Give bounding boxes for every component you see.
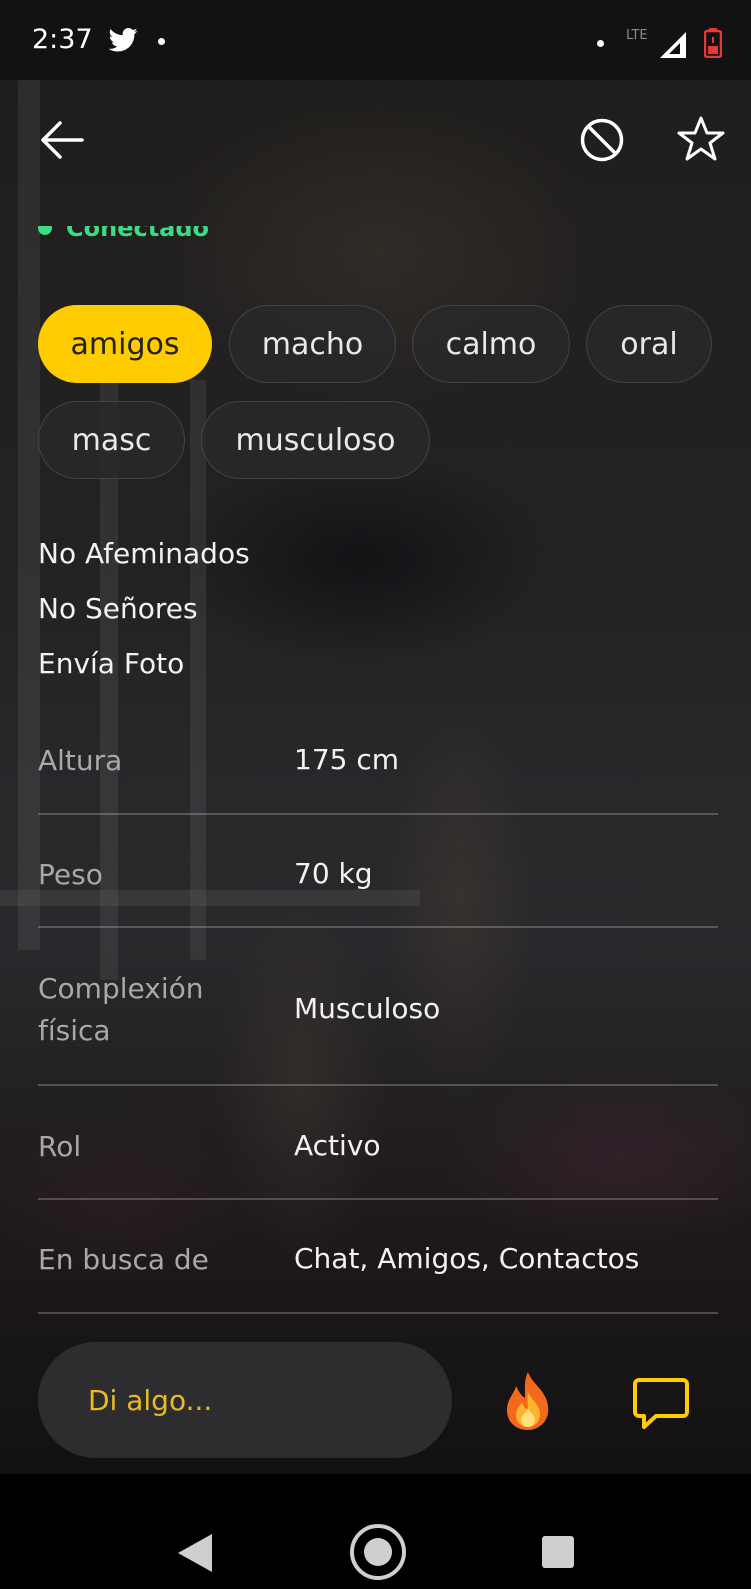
stat-value-role: Activo [294,1129,381,1162]
tag-macho: macho [229,305,396,383]
stat-label-looking-for: En busca de [38,1243,209,1276]
stat-label-weight: Peso [38,858,103,891]
chat-bubble-icon[interactable] [632,1376,690,1432]
tag-amigos: amigos [38,305,212,383]
nav-home-icon[interactable] [348,1522,408,1582]
battery-low-icon [704,28,722,58]
tag-calmo: calmo [412,305,570,383]
network-type-label: LTE [626,28,648,43]
divider [38,813,718,815]
about-line: Envía Foto [38,647,185,680]
divider [38,1312,718,1314]
nav-recents-icon[interactable] [542,1536,574,1568]
online-status-label: Conectado [66,226,210,242]
divider [38,926,718,928]
stat-label-body-type: Complexión física [38,972,204,1047]
stat-value-looking-for: Chat, Amigos, Contactos [294,1242,640,1275]
online-status: Conectado [38,226,238,252]
fire-icon[interactable] [498,1370,558,1432]
tag-label: macho [261,326,364,362]
tag-musculoso: musculoso [201,401,430,479]
tag-label: amigos [70,326,180,362]
about-line: No Señores [38,592,198,625]
signal-icon [660,32,686,58]
favorite-star-icon[interactable] [676,114,726,164]
stat-label-role: Rol [38,1130,82,1163]
message-input[interactable]: Di algo... [38,1342,452,1458]
twitter-icon [108,28,138,52]
tag-label: oral [620,326,678,362]
profile-screen: 2:37 LTE Conectado amigos macho calmo or… [0,0,751,1589]
message-placeholder: Di algo... [88,1384,213,1417]
back-arrow-icon[interactable] [38,118,86,162]
tag-label: musculoso [235,422,396,458]
block-icon[interactable] [578,116,626,164]
nav-back-icon[interactable] [178,1534,212,1572]
tag-oral: oral [586,305,712,383]
stat-label-height: Altura [38,744,123,777]
status-bar: 2:37 LTE [0,0,751,80]
stat-value-weight: 70 kg [294,857,373,890]
status-time: 2:37 [32,24,93,55]
online-dot-icon [38,226,52,235]
notification-dot [158,38,165,45]
stat-value-body-type: Musculoso [294,992,441,1025]
divider [38,1084,718,1086]
tag-label: masc [71,422,152,458]
tag-label: calmo [445,326,537,362]
notification-dot-right [597,40,604,47]
stat-value-height: 175 cm [294,743,400,776]
about-line: No Afeminados [38,537,250,570]
divider [38,1198,718,1200]
tag-masc: masc [38,401,185,479]
